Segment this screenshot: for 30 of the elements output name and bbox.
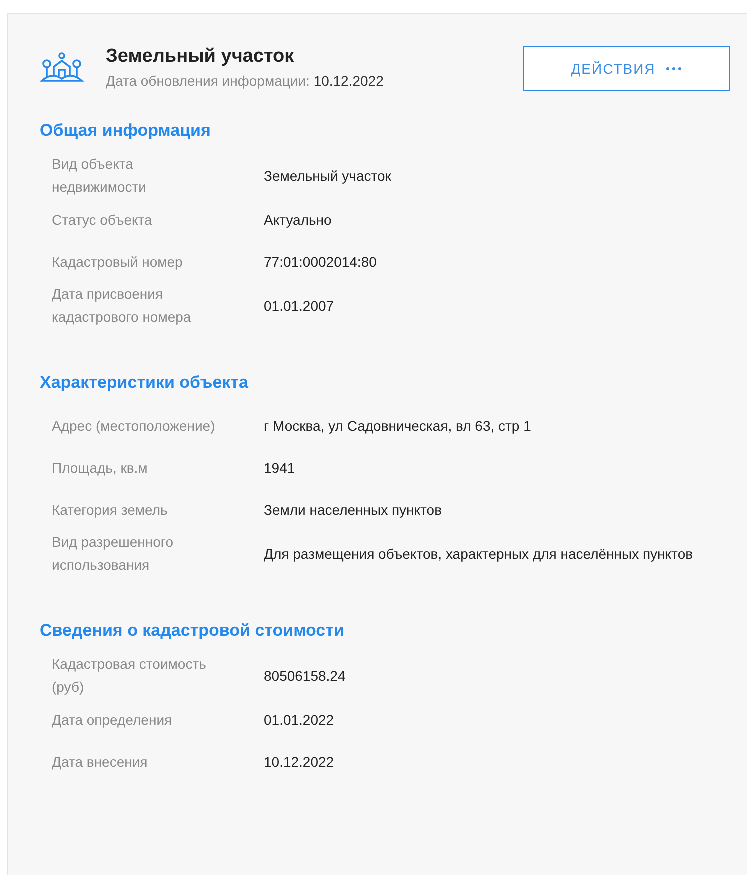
field-label: Дата присвоения кадастрового номера [52,285,192,327]
land-plot-icon [40,52,84,84]
field-value: 1941 [264,458,296,478]
field-value: 77:01:0002014:80 [264,252,378,272]
field-value: 80506158.24 [264,666,347,686]
field-value: Земельный участок [264,166,392,186]
section-title: Сведения о кадастровой стоимости [40,621,346,641]
object-title: Земельный участок [106,46,296,68]
field-label: Вид разрешенного использования [52,533,174,575]
field-label: Площадь, кв.м [52,458,149,478]
section-title: Характеристики объекта [40,373,250,393]
field-label: Категория земель [52,500,169,520]
field-value: Для размещения объектов, характерных для населённых пунктов [264,544,694,564]
update-date-text: Дата обновления информации: 10.12.2022 [106,73,384,89]
field-value: 01.01.2007 [264,296,336,316]
actions-button[interactable]: ДЕЙСТВИЯ [523,46,730,91]
field-value: Земли населенных пунктов [264,500,444,520]
field-label: Статус объекта [52,210,154,230]
field-label: Вид объекта недвижимости [52,155,148,197]
field-label: Адрес (местоположение) [52,416,216,436]
field-value: г Москва, ул Садовническая, вл 63, стр 1 [264,416,532,436]
field-label: Кадастровая стоимость (руб) [52,655,208,697]
field-label: Дата внесения [52,752,149,772]
field-label: Дата определения [52,710,174,730]
field-value: Актуально [264,210,333,230]
section-title: Общая информация [40,121,212,141]
field-value: 01.01.2022 [264,710,336,730]
field-label: Кадастровый номер [52,252,184,272]
field-value: 10.12.2022 [264,752,336,772]
more-icon [666,66,682,70]
